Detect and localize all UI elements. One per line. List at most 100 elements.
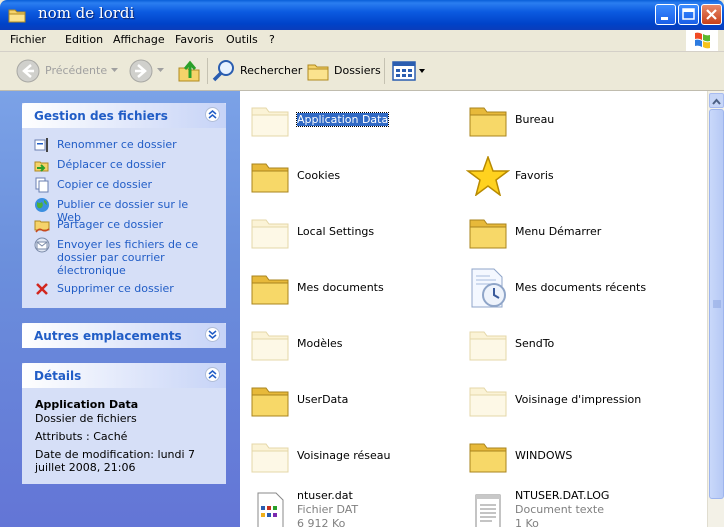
collapse-button[interactable] <box>205 367 220 382</box>
arrow-up-icon <box>712 98 721 105</box>
minimize-button[interactable] <box>655 4 676 25</box>
scroll-up-button[interactable] <box>709 93 724 108</box>
other-places-title: Autres emplacements <box>34 329 182 343</box>
file-name: SendTo <box>515 337 555 350</box>
file-item[interactable]: Cookies <box>240 149 450 199</box>
folder-up-icon <box>178 60 200 82</box>
file-item[interactable]: Application Data <box>240 93 450 143</box>
file-item[interactable]: ntuser.dat Fichier DAT 6 912 Ko <box>240 485 450 527</box>
other-places-header[interactable]: Autres emplacements <box>22 323 226 348</box>
file-item[interactable]: SendTo <box>458 317 698 367</box>
file-item[interactable]: WINDOWS <box>458 429 698 479</box>
search-icon <box>212 60 234 82</box>
folders-label: Dossiers <box>334 64 381 77</box>
dat-file-icon <box>257 492 284 527</box>
search-button[interactable]: Rechercher <box>212 52 303 90</box>
file-item[interactable]: Favoris <box>458 149 698 199</box>
task-pane: Gestion des fichiers Renommer ce dossier… <box>0 91 240 527</box>
file-name: Mes documents <box>297 281 384 294</box>
menu-affichage[interactable]: Affichage <box>113 33 165 46</box>
file-item[interactable]: Bureau <box>458 93 698 143</box>
file-item[interactable]: Menu Démarrer <box>458 205 698 255</box>
file-item[interactable]: Mes documents récents <box>458 261 698 311</box>
file-name: Favoris <box>515 169 554 182</box>
folder-hidden-icon <box>251 443 289 473</box>
chevron-up-icon <box>208 110 217 119</box>
details-attributes: Attributs : Caché <box>35 430 128 443</box>
expand-button[interactable] <box>205 327 220 342</box>
other-places-panel: Autres emplacements <box>22 323 226 348</box>
folder-icon <box>251 387 289 417</box>
minimize-icon <box>661 17 668 20</box>
folder-hidden-icon <box>469 331 507 361</box>
file-item[interactable]: NTUSER.DAT.LOG Document texte 1 Ko <box>458 485 698 527</box>
file-name: Bureau <box>515 113 555 126</box>
menu-edition[interactable]: Edition <box>65 33 103 46</box>
scroll-thumb[interactable] <box>709 109 724 499</box>
forward-dropdown-icon <box>157 68 164 72</box>
windows-logo <box>686 30 718 51</box>
details-modified: Date de modification: lundi 7 juillet 20… <box>35 448 196 474</box>
folder-hidden-icon <box>251 331 289 361</box>
details-title: Détails <box>34 369 82 383</box>
back-label: Précédente <box>45 64 108 77</box>
menu-bar: Fichier Edition Affichage Favoris Outils… <box>0 30 724 52</box>
grip-icon <box>713 300 721 308</box>
file-list: Application Data Bureau Cookies Favoris … <box>240 91 707 527</box>
menu-help[interactable]: ? <box>269 33 275 46</box>
file-item[interactable]: Modèles <box>240 317 450 367</box>
file-name: ntuser.dat <box>297 489 353 502</box>
folder-icon <box>469 219 507 249</box>
vertical-scrollbar[interactable] <box>707 91 724 527</box>
views-button[interactable] <box>392 52 426 90</box>
menu-favoris[interactable]: Favoris <box>175 33 214 46</box>
title-bar[interactable]: nom de lordi <box>0 0 724 30</box>
up-folder-button[interactable] <box>177 52 203 90</box>
file-name: Voisinage réseau <box>297 449 391 462</box>
star-icon <box>466 156 510 196</box>
forward-arrow-icon <box>129 59 153 83</box>
file-item[interactable]: Voisinage réseau <box>240 429 450 479</box>
close-icon <box>706 9 717 20</box>
file-item[interactable]: UserData <box>240 373 450 423</box>
file-name: UserData <box>297 393 349 406</box>
menu-fichier[interactable]: Fichier <box>10 33 46 46</box>
text-document-icon <box>475 494 501 527</box>
move-icon <box>34 161 49 172</box>
file-management-header[interactable]: Gestion des fichiers <box>22 103 226 128</box>
file-type: Document texte <box>515 503 604 516</box>
maximize-button[interactable] <box>678 4 699 25</box>
back-button[interactable]: Précédente <box>16 52 121 90</box>
menu-outils[interactable]: Outils <box>226 33 258 46</box>
details-header[interactable]: Détails <box>22 363 226 388</box>
globe-icon <box>35 198 49 212</box>
close-button[interactable] <box>701 4 722 25</box>
folders-button[interactable]: Dossiers <box>306 52 381 90</box>
search-label: Rechercher <box>240 64 303 77</box>
file-item[interactable]: Voisinage d'impression <box>458 373 698 423</box>
rename-icon <box>34 138 48 152</box>
file-name: Application Data <box>295 112 390 127</box>
file-management-title: Gestion des fichiers <box>34 109 168 123</box>
file-management-panel: Gestion des fichiers Renommer ce dossier… <box>22 103 226 308</box>
back-dropdown-icon <box>111 68 118 72</box>
forward-button[interactable] <box>129 52 165 90</box>
collapse-button[interactable] <box>205 107 220 122</box>
folder-hidden-icon <box>469 387 507 417</box>
file-name: WINDOWS <box>515 449 573 462</box>
chevron-down-icon <box>208 330 217 339</box>
delete-icon <box>36 283 48 295</box>
file-name: Local Settings <box>297 225 375 238</box>
file-size: 6 912 Ko <box>297 517 346 527</box>
share-icon <box>34 220 50 233</box>
maximize-icon <box>682 8 695 20</box>
chevron-up-icon <box>208 370 217 379</box>
views-icon <box>392 61 425 81</box>
file-item[interactable]: Mes documents <box>240 261 450 311</box>
toolbar-separator <box>384 58 385 84</box>
file-item[interactable]: Local Settings <box>240 205 450 255</box>
file-name: Mes documents récents <box>515 281 647 294</box>
folder-hidden-icon <box>251 107 289 137</box>
file-name: Cookies <box>297 169 341 182</box>
folder-icon <box>251 163 289 193</box>
